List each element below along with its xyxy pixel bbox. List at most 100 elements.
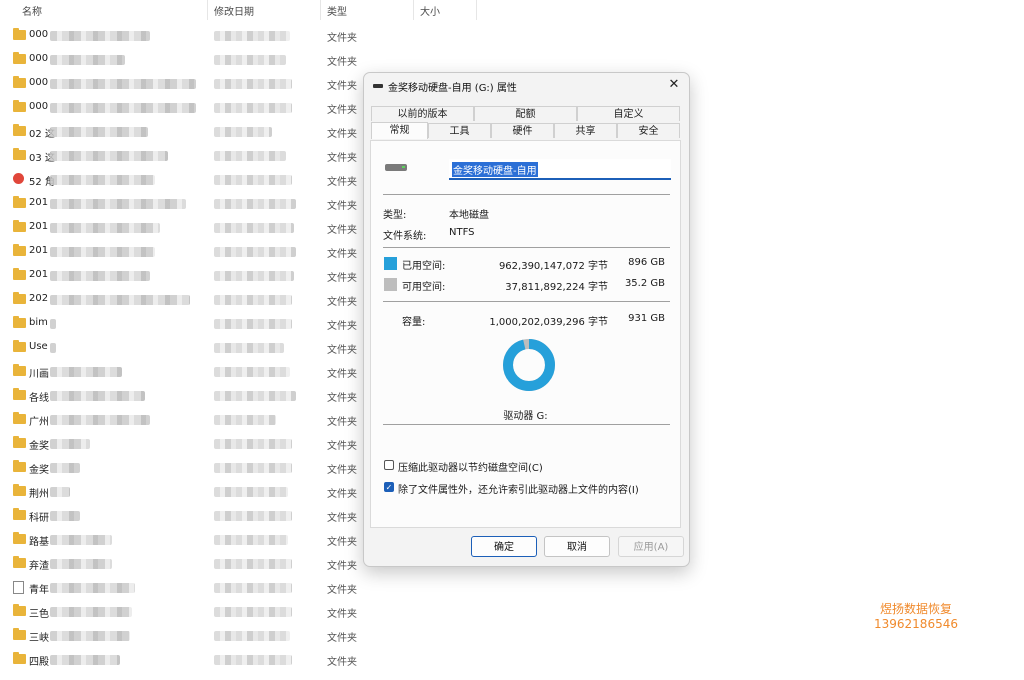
redacted-date [214,607,292,617]
item-name: 201 [29,245,49,256]
item-name: 四殿 [29,657,49,668]
list-item[interactable]: 四殿 文件夹 [0,648,480,672]
list-item[interactable]: 青年 文件夹 [0,576,480,600]
redacted-name [50,175,155,185]
column-divider[interactable] [476,0,477,20]
filesystem-label: 文件系统: [383,231,427,242]
tab-previous-versions[interactable]: 以前的版本 [371,106,474,121]
redacted-name [50,415,150,425]
item-name: Use [29,341,48,352]
redacted-date [214,79,292,89]
type-value: 本地磁盘 [449,210,489,221]
tab-quota[interactable]: 配额 [474,106,577,121]
folder-icon [13,388,26,400]
drive-icon [373,84,383,88]
disk-usage-donut [503,339,555,391]
redacted-name [50,559,112,569]
list-item[interactable]: 000 文件夹 [0,24,480,48]
dialog-titlebar[interactable]: 金奖移动硬盘-自用 (G:) 属性 ✕ [364,73,689,99]
folder-icon [13,556,26,568]
item-name: 路基 [29,537,49,548]
list-item[interactable]: 三峡 文件夹 [0,624,480,648]
item-type: 文件夹 [327,129,357,140]
used-space-swatch [384,257,397,270]
folder-icon [13,148,26,160]
item-type: 文件夹 [327,513,357,524]
column-divider[interactable] [320,0,321,20]
tab-customize[interactable]: 自定义 [577,106,680,121]
column-name[interactable]: 名称 [22,3,42,18]
watermark-line2: 13962186546 [874,617,958,631]
drive-name-input[interactable]: 金奖移动硬盘-自用 [449,159,671,180]
item-type: 文件夹 [327,177,357,188]
item-name: 弃渣 [29,561,49,572]
redacted-name [50,655,120,665]
redacted-date [214,343,284,353]
column-divider[interactable] [207,0,208,20]
folder-icon [13,364,26,376]
compress-label[interactable]: 压缩此驱动器以节约磁盘空间(C) [398,459,543,474]
tab-hardware[interactable]: 硬件 [491,123,554,138]
tab-security[interactable]: 安全 [617,123,680,138]
redacted-name [50,607,132,617]
drive-caption: 驱动器 G: [503,411,548,422]
index-label[interactable]: 除了文件属性外，还允许索引此驱动器上文件的内容(I) [398,481,639,496]
item-type: 文件夹 [327,345,357,356]
redacted-name [50,151,168,161]
redacted-date [214,31,290,41]
list-item[interactable]: 三色 文件夹 [0,600,480,624]
redacted-name [50,223,160,233]
drive-name-text: 金奖移动硬盘-自用 [452,162,538,177]
item-type: 文件夹 [327,633,357,644]
general-panel: 金奖移动硬盘-自用 类型: 本地磁盘 文件系统: NTFS 已用空间: 962,… [370,140,681,528]
tab-general[interactable]: 常规 [371,122,428,139]
divider [383,194,670,195]
free-space-bytes: 37,811,892,224 字节 [505,282,608,293]
item-type: 文件夹 [327,33,357,44]
capacity-bytes: 1,000,202,039,296 字节 [489,317,608,328]
compress-checkbox[interactable] [384,460,394,470]
tab-tools[interactable]: 工具 [428,123,491,138]
folder-icon [13,604,26,616]
item-name: 科研 [29,513,49,524]
folder-icon [13,412,26,424]
column-size[interactable]: 大小 [420,3,440,18]
file-icon [13,581,24,594]
item-type: 文件夹 [327,393,357,404]
used-space-label: 已用空间: [402,261,446,272]
tab-row-bottom: 常规 工具 硬件 共享 安全 [371,122,680,139]
tab-row-top: 以前的版本 配额 自定义 [371,106,680,121]
folder-icon [13,28,26,40]
used-space-bytes: 962,390,147,072 字节 [498,261,608,272]
column-date[interactable]: 修改日期 [214,3,254,18]
sort-caret-icon: ^ [109,0,117,5]
item-name: 000 [29,53,49,64]
tab-sharing[interactable]: 共享 [554,123,617,138]
properties-dialog: 金奖移动硬盘-自用 (G:) 属性 ✕ 以前的版本 配额 自定义 常规 工具 硬… [363,72,690,567]
item-name: 201 [29,221,49,232]
item-name: 201 [29,197,49,208]
item-type: 文件夹 [327,321,357,332]
close-icon[interactable]: ✕ [665,76,683,94]
free-space-size: 35.2 GB [624,278,665,289]
redacted-date [214,127,272,137]
ok-button[interactable]: 确定 [471,536,537,557]
list-item[interactable]: 000 文件夹 [0,48,480,72]
index-checkbox[interactable]: ✓ [384,482,394,492]
redacted-name [50,319,56,329]
redacted-date [214,247,296,257]
redacted-name [50,463,80,473]
redacted-date [214,559,292,569]
apply-button[interactable]: 应用(A) [618,536,684,557]
redacted-date [214,223,294,233]
column-type[interactable]: 类型 [327,3,347,18]
item-type: 文件夹 [327,537,357,548]
redacted-name [50,271,150,281]
redacted-name [50,631,130,641]
folder-icon [13,532,26,544]
redacted-date [214,103,292,113]
redacted-date [214,583,292,593]
cancel-button[interactable]: 取消 [544,536,610,557]
column-divider[interactable] [413,0,414,20]
redacted-date [214,367,290,377]
